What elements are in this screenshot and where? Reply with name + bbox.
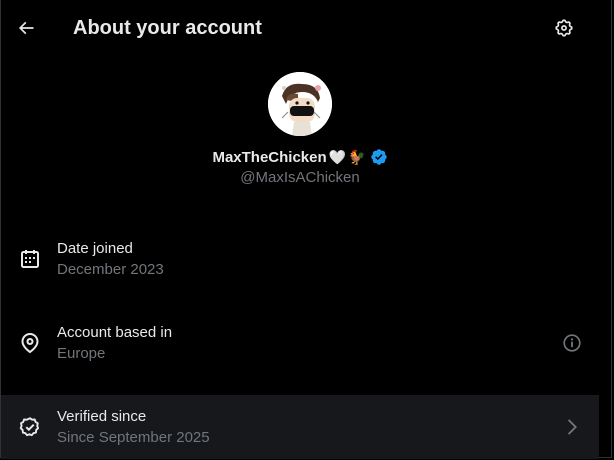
row-value: December 2023 xyxy=(57,261,164,278)
row-label: Verified since xyxy=(57,408,147,425)
white-heart-emoji: 🤍 xyxy=(328,149,347,165)
row-label: Date joined xyxy=(57,240,133,257)
verified-circle-icon xyxy=(19,417,40,437)
chevron-right-icon xyxy=(567,419,577,435)
display-name: MaxTheChicken xyxy=(212,148,327,166)
row-date-joined: Date joined December 2023 xyxy=(1,227,599,291)
user-handle: @MaxIsAChicken xyxy=(240,169,360,186)
row-value: Since September 2025 xyxy=(57,429,210,446)
info-icon[interactable] xyxy=(561,332,583,354)
row-account-based-in: Account based in Europe xyxy=(1,311,599,375)
avatar-image xyxy=(268,72,332,136)
row-verified-since[interactable]: Verified since Since September 2025 xyxy=(1,395,599,459)
row-value: Europe xyxy=(57,345,106,362)
verified-check-icon xyxy=(370,149,387,165)
page-title: About your account xyxy=(73,17,262,39)
arrow-left-icon xyxy=(18,21,34,35)
row-label: Account based in xyxy=(57,324,173,341)
gear-icon xyxy=(555,19,573,37)
location-pin-icon xyxy=(21,333,39,354)
back-button[interactable] xyxy=(8,10,44,46)
name-row: MaxTheChicken 🤍 🐓 xyxy=(0,148,600,166)
calendar-icon xyxy=(21,250,39,268)
header: About your account xyxy=(0,0,600,56)
settings-button[interactable] xyxy=(546,10,582,46)
rooster-emoji: 🐓 xyxy=(348,149,366,165)
avatar[interactable] xyxy=(268,72,332,136)
